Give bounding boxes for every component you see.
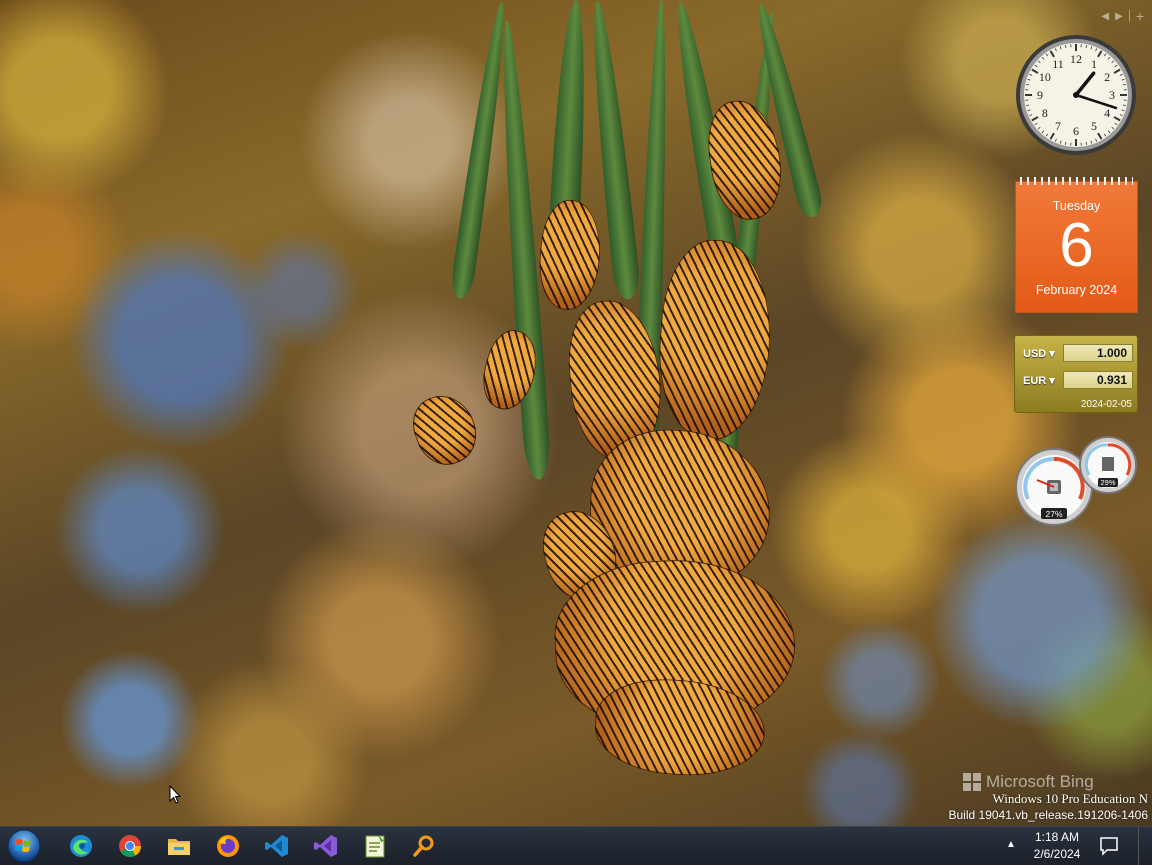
action-center-icon[interactable]	[1099, 836, 1119, 856]
clock-gadget[interactable]: 12 12 3 45678 9 1011	[1014, 33, 1138, 157]
clock-number-8: 8	[1042, 106, 1048, 120]
clock-number-1: 1	[1091, 57, 1097, 71]
bing-brand-text: Microsoft Bing	[986, 772, 1094, 792]
os-edition: Windows 10 Pro Education N	[949, 790, 1149, 807]
calendar-rings	[1020, 177, 1133, 185]
cpu-percent: 27%	[1045, 509, 1062, 519]
monarch-butterflies-image	[470, 0, 810, 780]
clock-number-11: 11	[1052, 57, 1064, 71]
os-build: Build 19041.vb_release.191206-1406	[949, 807, 1149, 824]
calendar-gadget[interactable]: Tuesday 6 February 2024	[1015, 181, 1138, 313]
clock-number-12: 12	[1070, 52, 1082, 66]
next-icon[interactable]: ▶	[1115, 11, 1123, 22]
currency-code-usd[interactable]: USD ▾	[1023, 347, 1063, 360]
add-gadget-icon[interactable]: +	[1136, 8, 1144, 24]
gadget-controls: ◀ ▶ +	[1101, 8, 1144, 24]
taskbar: ▲ 1:18 AM 2/6/2024	[0, 826, 1152, 865]
clock-number-10: 10	[1039, 70, 1051, 84]
clock-number-2: 2	[1104, 70, 1110, 84]
clock-number-9: 9	[1037, 88, 1043, 102]
taskbar-date: 2/6/2024	[1022, 846, 1092, 863]
windows-watermark: Windows 10 Pro Education N Build 19041.v…	[949, 790, 1149, 824]
memory-percent: 29%	[1100, 478, 1115, 487]
memory-meter-gadget[interactable]: 29%	[1078, 435, 1138, 495]
notepad-plus-icon[interactable]	[360, 831, 390, 861]
show-desktop-button[interactable]	[1138, 827, 1152, 865]
mouse-cursor-icon	[169, 785, 181, 805]
edge-icon[interactable]	[66, 831, 96, 861]
clock-number-3: 3	[1109, 88, 1115, 102]
currency-value-usd[interactable]: 1.000	[1063, 344, 1133, 362]
chrome-icon[interactable]	[115, 831, 145, 861]
file-explorer-icon[interactable]	[164, 831, 194, 861]
firefox-icon[interactable]	[213, 831, 243, 861]
vscode-icon[interactable]	[262, 831, 292, 861]
calendar-day: 6	[1016, 215, 1137, 277]
currency-gadget[interactable]: USD ▾ 1.000 EUR ▾ 0.931 2024-02-05	[1014, 335, 1138, 413]
memory-chip-icon	[1102, 457, 1114, 471]
search-tool-icon[interactable]	[409, 831, 439, 861]
show-hidden-icons-icon[interactable]: ▲	[1006, 839, 1016, 850]
desktop-wallpaper: Microsoft Bing Windows 10 Pro Education …	[0, 0, 1152, 826]
currency-row-usd[interactable]: USD ▾ 1.000	[1023, 342, 1133, 364]
clock-number-5: 5	[1091, 119, 1097, 133]
taskbar-time: 1:18 AM	[1022, 829, 1092, 846]
clock-number-7: 7	[1055, 119, 1061, 133]
clock-number-6: 6	[1073, 124, 1079, 138]
windows-start-icon[interactable]	[6, 828, 42, 864]
clock-number-4: 4	[1104, 106, 1110, 120]
currency-row-eur[interactable]: EUR ▾ 0.931	[1023, 369, 1133, 391]
bing-grid-icon	[963, 773, 981, 791]
taskbar-clock[interactable]: 1:18 AM 2/6/2024	[1022, 829, 1092, 863]
currency-code-eur[interactable]: EUR ▾	[1023, 374, 1063, 387]
previous-icon[interactable]: ◀	[1101, 11, 1109, 22]
bing-logo: Microsoft Bing	[963, 772, 1094, 792]
currency-value-eur[interactable]: 0.931	[1063, 371, 1133, 389]
currency-date: 2024-02-05	[1081, 399, 1132, 410]
calendar-month-year: February 2024	[1016, 283, 1137, 297]
visual-studio-icon[interactable]	[311, 831, 341, 861]
